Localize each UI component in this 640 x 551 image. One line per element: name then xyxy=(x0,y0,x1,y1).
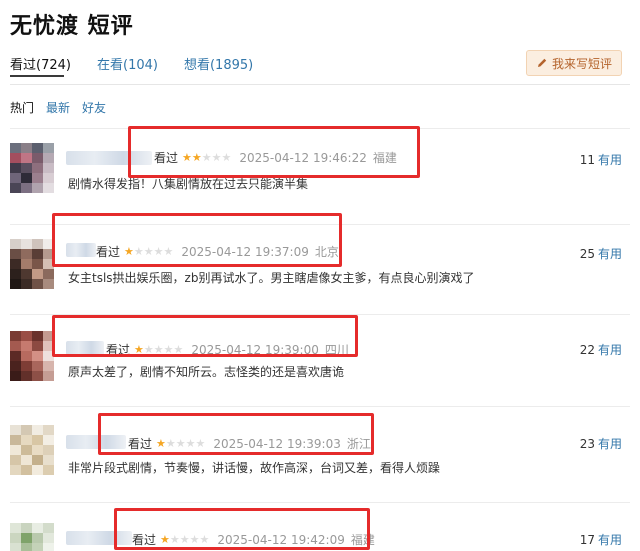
avatar[interactable] xyxy=(10,143,54,193)
write-review-label: 我来写短评 xyxy=(551,56,612,71)
avatar[interactable] xyxy=(10,239,54,289)
divider xyxy=(10,84,630,85)
sort-hot[interactable]: 热门 xyxy=(10,99,34,116)
comment-tabs: 看过(724) 在看(104) 想看(1895) xyxy=(10,54,279,74)
avatar[interactable] xyxy=(10,523,54,551)
useful-vote: 23 有用 xyxy=(580,435,622,452)
tab-watching-count: (104) xyxy=(123,58,158,73)
useful-button[interactable]: 有用 xyxy=(598,153,622,167)
tab-want-label: 想看 xyxy=(183,58,210,73)
tab-watched-count: (724) xyxy=(36,58,71,73)
sort-options: 热门 最新 好友 xyxy=(10,99,118,116)
useful-vote: 11 有用 xyxy=(580,151,622,168)
useful-count: 11 xyxy=(579,153,595,167)
tab-watching-label: 在看 xyxy=(96,58,123,73)
write-review-button[interactable]: 我来写短评 xyxy=(526,50,622,76)
highlight-box xyxy=(128,126,420,178)
useful-vote: 25 有用 xyxy=(580,245,622,262)
useful-vote: 17 有用 xyxy=(580,531,622,548)
useful-count: 22 xyxy=(579,343,595,357)
useful-button[interactable]: 有用 xyxy=(598,437,622,451)
sort-friends[interactable]: 好友 xyxy=(82,99,106,116)
tab-watching[interactable]: 在看(104) xyxy=(97,54,158,74)
comment-text: 女主tsls拱出娱乐圈，zb别再试水了。男主瞎虐像女主爹，有点良心别演戏了 xyxy=(68,271,475,285)
tab-watched[interactable]: 看过(724) xyxy=(10,54,71,74)
comment-text: 非常片段式剧情，节奏慢，讲话慢，故作高深，台词又差，看得人烦躁 xyxy=(68,461,441,475)
useful-button[interactable]: 有用 xyxy=(598,247,622,261)
useful-count: 23 xyxy=(579,437,595,451)
useful-vote: 22 有用 xyxy=(580,341,622,358)
highlight-box xyxy=(52,213,342,267)
tab-watched-label: 看过 xyxy=(10,58,37,73)
useful-button[interactable]: 有用 xyxy=(598,533,622,547)
avatar[interactable] xyxy=(10,425,54,475)
useful-count: 25 xyxy=(579,247,595,261)
highlight-box xyxy=(98,413,374,455)
avatar[interactable] xyxy=(10,331,54,381)
active-tab-underline xyxy=(10,75,64,77)
highlight-box xyxy=(114,508,370,550)
highlight-box xyxy=(52,315,358,357)
sort-latest[interactable]: 最新 xyxy=(46,99,70,116)
comment-text: 原声太差了，剧情不知所云。志怪类的还是喜欢唐诡 xyxy=(68,365,345,379)
useful-count: 17 xyxy=(579,533,595,547)
page-title: 无忧渡 短评 xyxy=(10,14,134,39)
tab-want-to-watch[interactable]: 想看(1895) xyxy=(184,54,253,74)
pencil-icon xyxy=(537,58,547,67)
useful-button[interactable]: 有用 xyxy=(598,343,622,357)
tab-want-count: (1895) xyxy=(209,58,254,73)
